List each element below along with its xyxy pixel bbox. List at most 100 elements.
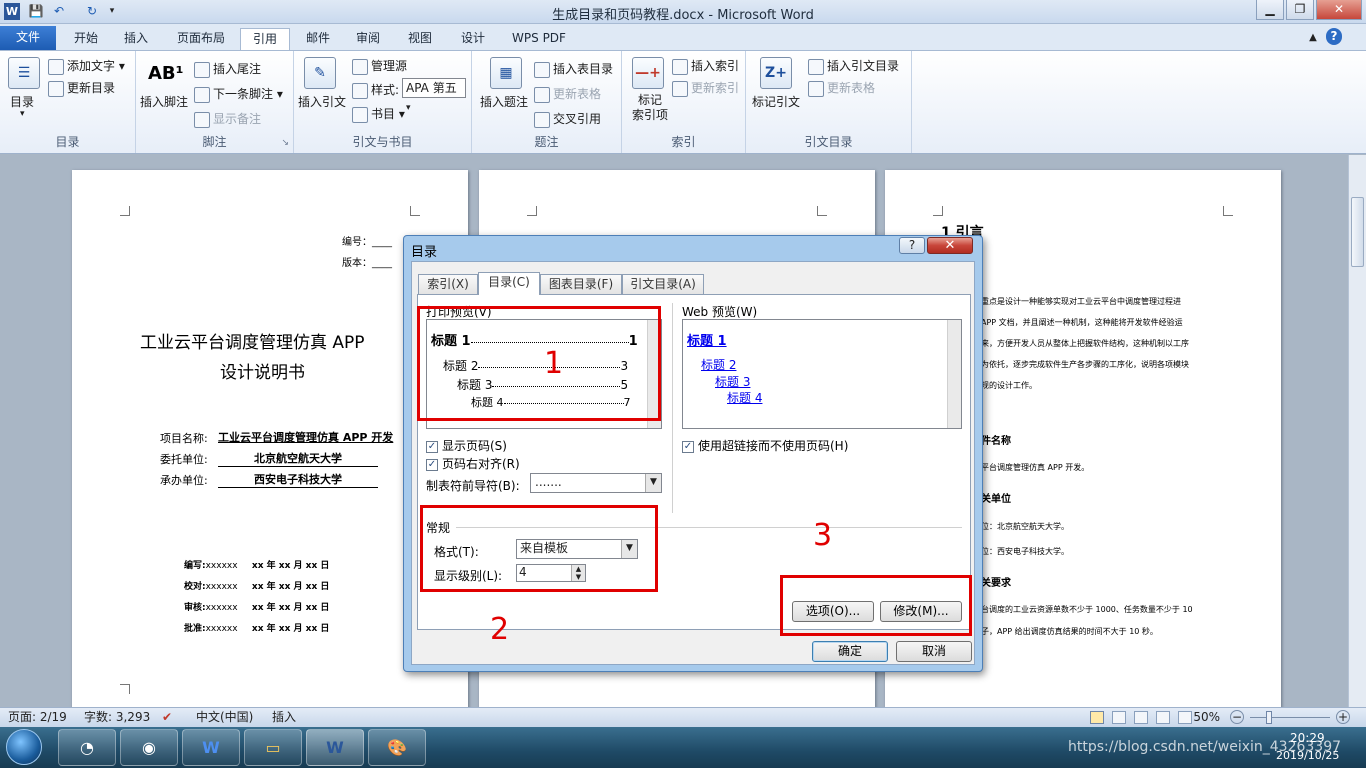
minimize-icon[interactable]: ▁ <box>1256 0 1284 20</box>
zoom-in-icon[interactable]: + <box>1336 710 1350 724</box>
language-indicator[interactable]: 中文(中国) <box>196 708 253 727</box>
update-table-figures-icon <box>534 86 550 103</box>
page-indicator[interactable]: 页面: 2/19 <box>8 708 67 727</box>
checkmark-icon: ✓ <box>426 440 438 453</box>
annotation-number-1: 1 <box>544 346 564 381</box>
collapse-ribbon-icon[interactable]: ▲ <box>1306 29 1320 46</box>
tab-design[interactable]: 设计 <box>452 28 494 50</box>
clock-date[interactable]: 2019/10/25 <box>1276 749 1339 762</box>
style-select[interactable]: APA 第五 ▾ <box>402 78 466 113</box>
show-page-numbers-checkbox[interactable]: ✓ 显示页码(S) <box>426 437 507 454</box>
update-table-figures-label: 更新表格 <box>553 87 602 101</box>
tab-leader-select[interactable]: ....... ▼ <box>530 473 662 493</box>
restore-icon[interactable]: ❐ <box>1286 0 1314 20</box>
ok-button[interactable]: 确定 <box>812 641 888 662</box>
cross-reference-icon <box>534 111 550 128</box>
tab-toc[interactable]: 目录(C) <box>478 272 540 295</box>
web-layout-icon[interactable] <box>1134 711 1148 724</box>
outline-view-icon[interactable] <box>1156 711 1170 724</box>
doc-number-label: 编号：____ <box>342 237 392 248</box>
mark-citation-button[interactable]: 标记引文 <box>752 93 800 110</box>
reading-view-icon[interactable] <box>1112 711 1126 724</box>
tab-table-of-authorities[interactable]: 引文目录(A) <box>622 274 704 294</box>
toc-group: ☰ 目录 ▾ 添加文字 ▾ 更新目录 目录 <box>0 51 136 153</box>
tab-file[interactable]: 文件 <box>0 26 56 50</box>
manage-sources-button[interactable]: 管理源 <box>352 57 407 75</box>
close-icon[interactable]: ✕ <box>1316 0 1362 20</box>
show-notes-button[interactable]: 显示备注 <box>194 110 261 128</box>
update-toa-button[interactable]: 更新表格 <box>808 79 875 97</box>
citation-group: ✎ 插入引文 管理源 样式: APA 第五 ▾ 书目 ▾ 引文与书目 <box>294 51 472 153</box>
tab-references[interactable]: 引用 <box>240 28 290 50</box>
insert-table-of-figures-button[interactable]: 插入表目录 <box>534 60 613 78</box>
taskbar-chrome-icon[interactable]: ◉ <box>120 729 178 766</box>
zoom-out-icon[interactable]: − <box>1230 710 1244 724</box>
print-layout-icon[interactable] <box>1090 711 1104 724</box>
proofing-icon[interactable]: ✔ <box>162 708 172 727</box>
dialog-close-button[interactable]: ✕ <box>927 237 973 254</box>
bibliography-button[interactable]: 书目 ▾ <box>352 105 405 123</box>
vertical-scrollbar[interactable] <box>1348 155 1366 707</box>
insert-footnote-button[interactable]: 插入脚注 <box>140 93 188 110</box>
insert-index-button[interactable]: 插入索引 <box>672 57 739 75</box>
show-page-numbers-label: 显示页码(S) <box>442 439 507 453</box>
manage-sources-label: 管理源 <box>371 59 408 73</box>
zoom-slider[interactable] <box>1250 717 1330 718</box>
taskbar-word-icon[interactable]: W <box>306 729 364 766</box>
help-icon[interactable]: ? <box>1326 28 1342 45</box>
tab-table-of-figures[interactable]: 图表目录(F) <box>540 274 622 294</box>
update-toc-button[interactable]: 更新目录 <box>48 79 115 97</box>
insert-citation-button[interactable]: 插入引文 <box>298 93 346 110</box>
bibliography-label: 书目 <box>371 107 396 121</box>
toc-group-label: 目录 <box>55 135 80 149</box>
crop-mark <box>817 206 827 216</box>
taskbar-wps-icon[interactable]: W <box>182 729 240 766</box>
cancel-button[interactable]: 取消 <box>896 641 972 662</box>
crop-mark <box>120 206 130 216</box>
insert-mode-indicator[interactable]: 插入 <box>272 708 296 727</box>
tab-index[interactable]: 索引(X) <box>418 274 478 294</box>
cross-reference-button[interactable]: 交叉引用 <box>534 110 601 128</box>
insert-endnote-button[interactable]: 插入尾注 <box>194 60 261 78</box>
ribbon: ☰ 目录 ▾ 添加文字 ▾ 更新目录 目录 AB¹ 插入脚注 插入尾注 下一条脚… <box>0 50 1366 154</box>
taskbar-app-1-icon[interactable]: ◔ <box>58 729 116 766</box>
update-table-figures-button[interactable]: 更新表格 <box>534 85 601 103</box>
tab-insert[interactable]: 插入 <box>116 28 156 50</box>
web-preview-scrollbar[interactable] <box>947 320 961 428</box>
tab-page-layout[interactable]: 页面布局 <box>168 28 234 50</box>
add-text-button[interactable]: 添加文字 ▾ <box>48 57 125 75</box>
toc-button[interactable]: 目录 <box>10 93 34 110</box>
show-notes-icon <box>194 111 210 128</box>
start-button[interactable] <box>6 729 42 765</box>
taskbar-paint-icon[interactable]: 🎨 <box>368 729 426 766</box>
mark-entry-button[interactable]: 标记 索引项 <box>632 93 668 123</box>
zoom-level[interactable]: 50% <box>1190 708 1220 727</box>
update-index-button[interactable]: 更新索引 <box>672 79 739 97</box>
footnote-launcher-icon[interactable]: ↘ <box>281 138 289 148</box>
insert-toa-icon <box>808 58 824 75</box>
word-count[interactable]: 字数: 3,293 <box>84 708 150 727</box>
style-icon <box>352 82 368 99</box>
zoom-slider-thumb[interactable] <box>1266 711 1272 724</box>
scrollbar-thumb[interactable] <box>1351 197 1364 267</box>
sign-row: 校对:xxxxxx xx 年 xx 月 xx 日 <box>184 582 330 592</box>
tab-wps-pdf[interactable]: WPS PDF <box>504 28 574 50</box>
dialog-help-button[interactable]: ? <box>899 237 925 254</box>
insert-caption-button[interactable]: 插入题注 <box>480 93 528 110</box>
right-align-checkbox[interactable]: ✓ 页码右对齐(R) <box>426 455 520 472</box>
contractor-label: 承办单位: <box>160 474 208 487</box>
taskbar-explorer-icon[interactable]: ▭ <box>244 729 302 766</box>
toc-dropdown-icon[interactable]: ▾ <box>20 109 25 119</box>
software-name-text: 平台调度管理仿真 APP 开发。 <box>981 463 1090 472</box>
insert-toa-button[interactable]: 插入引文目录 <box>808 57 899 75</box>
tab-mailings[interactable]: 邮件 <box>298 28 338 50</box>
tab-review[interactable]: 审阅 <box>348 28 388 50</box>
tab-home[interactable]: 开始 <box>64 28 108 50</box>
caption-group: ▦ 插入题注 插入表目录 更新表格 交叉引用 题注 <box>472 51 622 153</box>
org-heading: 关单位 <box>981 494 1011 505</box>
clock-time[interactable]: 20:29 <box>1290 731 1325 745</box>
tab-view[interactable]: 视图 <box>400 28 440 50</box>
web-preview-link-1: 标题 1 <box>687 334 727 349</box>
next-footnote-button[interactable]: 下一条脚注 ▾ <box>194 85 283 103</box>
use-hyperlinks-checkbox[interactable]: ✓ 使用超链接而不使用页码(H) <box>682 437 848 454</box>
